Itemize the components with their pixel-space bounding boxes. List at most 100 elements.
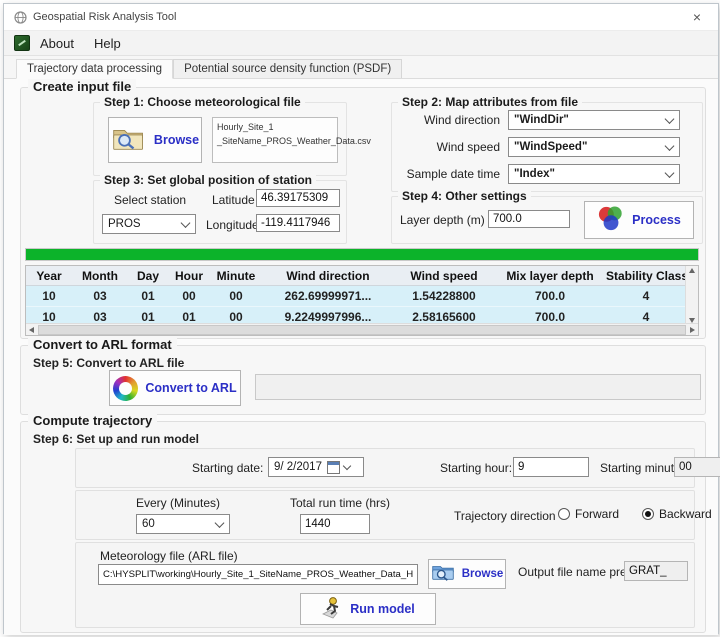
group-convert-arl: Convert to ARL format Step 5: Convert to… [20, 345, 706, 415]
every-minutes-value: 60 [142, 518, 155, 530]
step4-title: Step 4: Other settings [398, 189, 531, 203]
chevron-down-icon [343, 462, 351, 470]
trajectory-direction-label: Trajectory direction [454, 509, 556, 523]
horizontal-scrollbar[interactable] [26, 323, 698, 335]
app-window: Geospatial Risk Analysis Tool × About He… [3, 3, 719, 634]
table-cell: 03 [72, 289, 128, 303]
every-minutes-select[interactable]: 60 [136, 514, 230, 534]
step1-title: Step 1: Choose meteorological file [100, 95, 305, 109]
sample-date-time-select[interactable]: "Index" [508, 164, 680, 184]
menu-bar: About Help [4, 31, 718, 56]
table-cell: 4 [606, 310, 686, 324]
table-cell: 00 [168, 289, 210, 303]
calendar-icon [327, 461, 340, 474]
latitude-input[interactable] [256, 189, 340, 207]
table-cell: 1.54228800 [394, 289, 494, 303]
wind-direction-value: "WindDir" [514, 114, 569, 126]
tab-psdf[interactable]: Potential source density function (PSDF) [173, 59, 402, 78]
wind-speed-label: Wind speed [410, 140, 500, 154]
step1-box: Step 1: Choose meteorological file Brows… [93, 102, 347, 176]
longitude-label: Longitude [206, 218, 259, 232]
column-header[interactable]: Day [128, 269, 168, 283]
chevron-down-icon [181, 218, 191, 228]
files-panel: Meteorology file (ARL file) Browse Outpu… [75, 542, 695, 628]
browse-arl-label: Browse [462, 568, 504, 580]
starting-hour-label: Starting hour: [440, 461, 512, 475]
table-body: 1003010000262.69999971...1.54228800700.0… [26, 286, 698, 328]
chevron-down-icon [665, 114, 675, 124]
wind-speed-select[interactable]: "WindSpeed" [508, 137, 680, 157]
vertical-scrollbar[interactable] [685, 266, 698, 325]
table-cell: 00 [210, 289, 262, 303]
sample-date-time-label: Sample date time [400, 167, 500, 181]
layer-depth-input[interactable] [488, 210, 570, 228]
starting-date-picker[interactable]: 9/ 2/2017 [268, 457, 364, 477]
browse-label: Browse [154, 133, 199, 147]
datetime-panel: Starting date: 9/ 2/2017 Starting hour: … [75, 448, 695, 488]
browse-met-file-button[interactable]: Browse [108, 117, 202, 163]
group-title: Convert to ARL format [28, 337, 177, 352]
group-title: Compute trajectory [28, 413, 157, 428]
table-cell: 700.0 [494, 289, 606, 303]
browse-arl-button[interactable]: Browse [428, 559, 506, 589]
starting-date-label: Starting date: [192, 461, 263, 475]
step3-title: Step 3: Set global position of station [100, 173, 316, 187]
menu-app-icon [14, 35, 30, 51]
column-header[interactable]: Wind speed [394, 269, 494, 283]
station-select[interactable]: PROS [102, 214, 196, 234]
close-button[interactable]: × [676, 4, 718, 30]
scroll-up-icon[interactable] [689, 268, 695, 273]
table-cell: 262.69999971... [262, 289, 394, 303]
tab-strip: Trajectory data processing Potential sou… [4, 56, 718, 79]
table-cell: 2.58165600 [394, 310, 494, 324]
wind-speed-value: "WindSpeed" [514, 141, 587, 153]
tab-trajectory-data-processing[interactable]: Trajectory data processing [16, 59, 173, 79]
scroll-left-icon[interactable] [29, 327, 34, 333]
column-header[interactable]: Minute [210, 269, 262, 283]
step3-box: Step 3: Set global position of station S… [93, 180, 347, 244]
starting-minute-label: Starting minute: [600, 461, 684, 475]
process-button[interactable]: Process [584, 201, 694, 239]
total-run-time-input[interactable] [300, 514, 370, 534]
longitude-input[interactable] [256, 214, 340, 232]
process-progress-bar [25, 248, 699, 261]
weather-data-table: YearMonthDayHourMinuteWind directionWind… [25, 265, 699, 336]
run-model-label: Run model [350, 602, 415, 616]
process-label: Process [632, 213, 681, 227]
menu-help[interactable]: Help [88, 34, 131, 53]
starting-hour-input[interactable] [513, 457, 589, 477]
radio-backward[interactable]: Backward [642, 507, 712, 521]
rainbow-ring-icon [113, 376, 138, 401]
group-compute-trajectory: Compute trajectory Step 6: Set up and ru… [20, 421, 706, 633]
column-header[interactable]: Stability Class [606, 269, 686, 283]
column-header[interactable]: Year [26, 269, 72, 283]
column-header[interactable]: Hour [168, 269, 210, 283]
output-prefix-label: Output file name prefix [518, 565, 639, 579]
scroll-right-icon[interactable] [690, 327, 695, 333]
step4-box: Step 4: Other settings Layer depth (m) P… [391, 196, 703, 244]
table-row[interactable]: 1003010000262.69999971...1.54228800700.0… [26, 286, 698, 307]
sample-date-time-value: "Index" [514, 168, 555, 180]
starting-minute-input[interactable] [674, 457, 720, 477]
met-file-label: Meteorology file (ARL file) [100, 549, 238, 563]
column-header[interactable]: Month [72, 269, 128, 283]
runtime-panel: Every (Minutes) 60 Total run time (hrs) … [75, 490, 695, 540]
wind-direction-select[interactable]: "WindDir" [508, 110, 680, 130]
column-header[interactable]: Mix layer depth [494, 269, 606, 283]
convert-to-arl-button[interactable]: Convert to ARL [109, 370, 241, 406]
app-globe-icon [14, 11, 27, 24]
menu-about[interactable]: About [34, 34, 84, 53]
output-prefix-input[interactable] [624, 561, 688, 581]
met-file-input[interactable] [98, 564, 418, 585]
table-cell: 00 [210, 310, 262, 324]
radio-forward[interactable]: Forward [558, 507, 619, 521]
radio-circle-icon [642, 508, 654, 520]
column-header[interactable]: Wind direction [262, 269, 394, 283]
scrollbar-thumb[interactable] [38, 325, 686, 335]
run-model-button[interactable]: Run model [300, 593, 436, 625]
station-value: PROS [108, 218, 141, 230]
convert-to-arl-label: Convert to ARL [145, 381, 236, 395]
every-minutes-label: Every (Minutes) [136, 496, 220, 510]
table-cell: 01 [168, 310, 210, 324]
group-title: Create input file [28, 79, 136, 94]
